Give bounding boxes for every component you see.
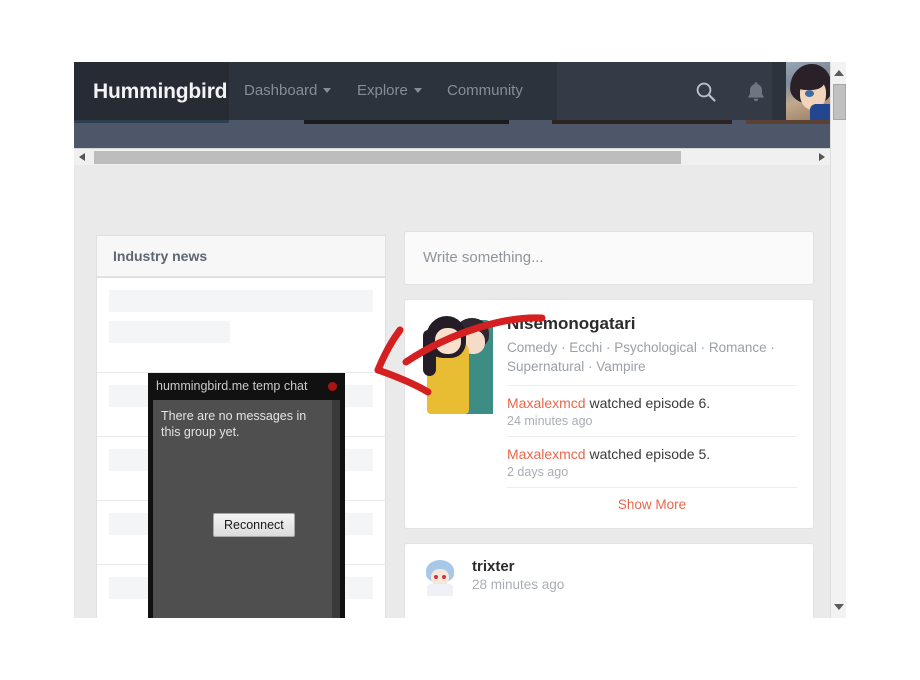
activity-entry: Maxalexmcd watched episode 5. 2 days ago [507,436,797,487]
chat-title-bar[interactable]: hummingbird.me temp chat [148,373,345,400]
close-icon[interactable] [328,382,337,391]
post-author-name[interactable]: trixter [472,558,564,575]
vertical-scroll-thumb[interactable] [833,84,846,120]
avatar[interactable] [421,558,459,596]
horizontal-scroll-thumb[interactable] [94,151,681,164]
notifications-bell-icon[interactable] [745,80,767,104]
activity-entry: Maxalexmcd watched episode 6. 24 minutes… [507,385,797,436]
scroll-right-arrow-icon[interactable] [813,149,830,165]
skeleton-bar [109,321,231,343]
main-feed-column: Write something... Nisemonogatari Comedy… [404,231,814,618]
vertical-scrollbar[interactable] [830,62,846,618]
nav-label: Community [447,82,523,99]
activity-timestamp: 2 days ago [507,465,569,479]
chat-message-area: There are no messages in this group yet.… [153,400,340,618]
chat-widget: hummingbird.me temp chat There are no me… [148,373,345,618]
post-timestamp: 28 minutes ago [472,577,565,592]
show-more-link[interactable]: Show More [507,487,797,516]
nav-item-explore[interactable]: Explore [357,82,422,99]
search-icon[interactable] [695,81,717,103]
site-logo[interactable]: Hummingbird [93,80,227,104]
scroll-down-arrow-icon[interactable] [831,600,846,614]
scroll-left-arrow-icon[interactable] [74,149,91,165]
activity-timestamp: 24 minutes ago [507,414,593,428]
nav-item-dashboard[interactable]: Dashboard [244,82,332,99]
anime-activity-card: Nisemonogatari Comedy · Ecchi · Psycholo… [404,299,814,529]
compose-post-input[interactable]: Write something... [404,231,814,285]
industry-news-panel: Industry news [96,235,386,278]
anime-cover-thumbnail[interactable] [421,314,493,414]
top-navigation-bar: Hummingbird Dashboard Explore Community [74,62,846,120]
anime-title[interactable]: Nisemonogatari [507,314,797,334]
anime-genres: Comedy · Ecchi · Psychological · Romance… [507,340,775,374]
scroll-up-arrow-icon[interactable] [831,65,846,79]
chat-empty-message: There are no messages in this group yet. [161,409,307,439]
activity-username[interactable]: Maxalexmcd [507,395,586,411]
chevron-down-icon [413,87,422,93]
nav-item-community[interactable]: Community [447,82,523,99]
user-post-card: trixter 28 minutes ago finally started m… [404,543,814,618]
skeleton-card [96,278,386,373]
nav-banner-strip [74,120,846,148]
chat-scrollbar[interactable] [332,400,340,618]
industry-news-title: Industry news [97,236,385,277]
activity-action: watched episode 6. [585,395,711,411]
reconnect-button[interactable]: Reconnect [213,513,295,537]
chat-title: hummingbird.me temp chat [156,379,308,393]
skeleton-bar [109,290,373,312]
nav-right-region [557,62,772,120]
activity-action: watched episode 5. [585,446,711,462]
horizontal-scrollbar[interactable] [74,148,830,165]
nav-label: Dashboard [244,82,318,99]
browser-viewport: Industry news Write something... Nisemon… [74,62,846,618]
post-body-text: finally started mahouka [421,596,797,618]
activity-username[interactable]: Maxalexmcd [507,446,586,462]
chevron-down-icon [323,87,332,93]
nav-label: Explore [357,82,408,99]
